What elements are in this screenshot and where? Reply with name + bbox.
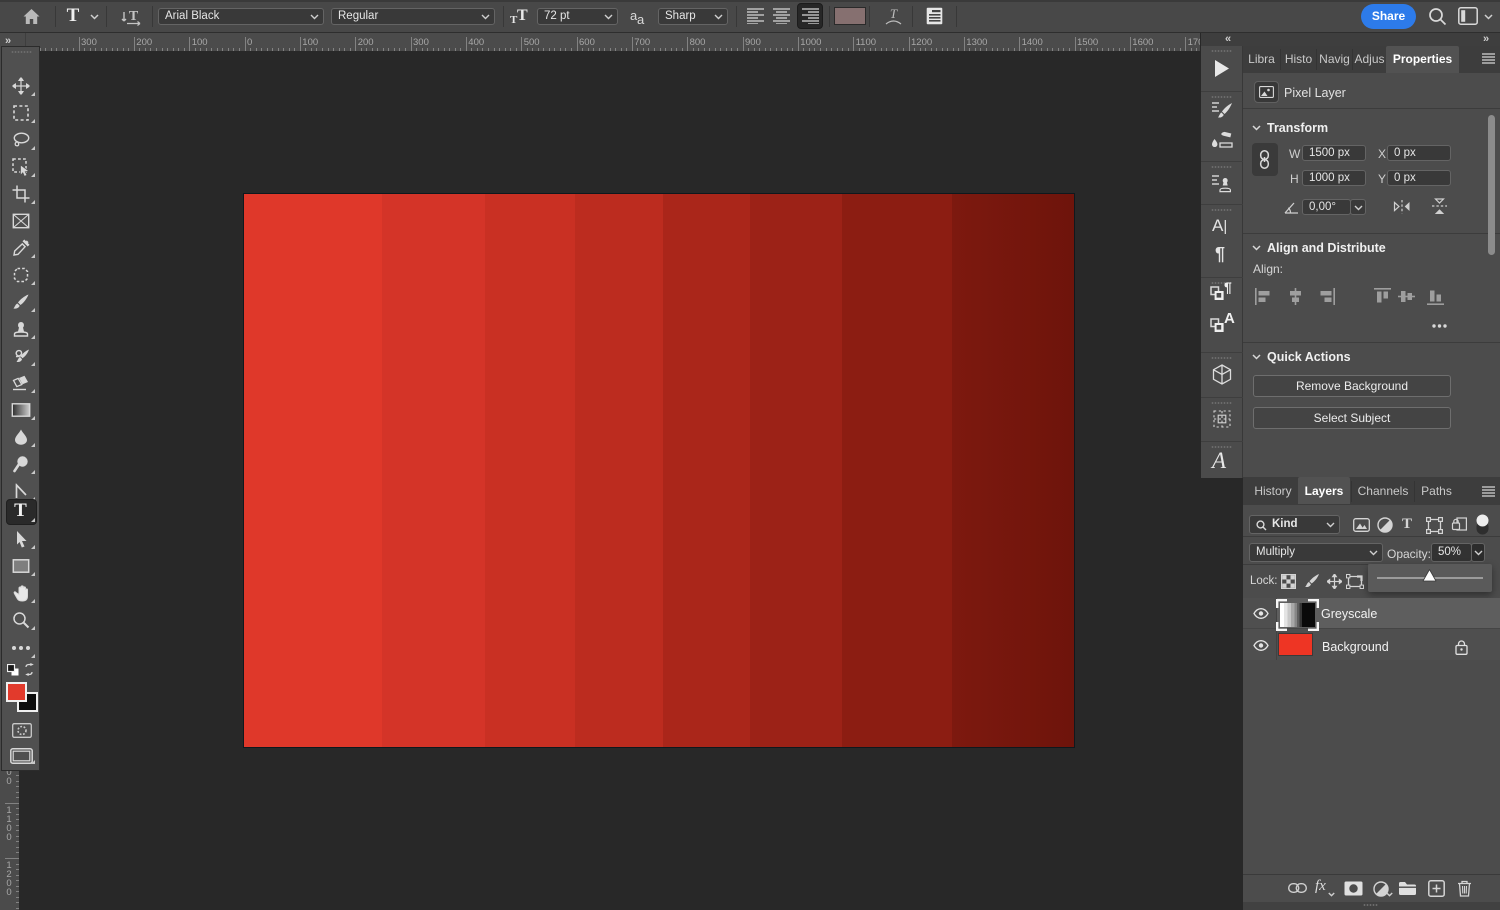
svg-text:T: T	[890, 7, 898, 21]
